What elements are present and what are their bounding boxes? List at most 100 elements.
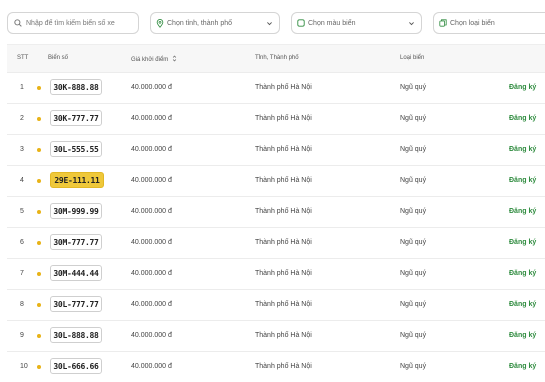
- row-stt: 3: [20, 146, 24, 153]
- table-row: 3 30L-555.55 40.000.000 đ Thành phố Hà Nội N…: [7, 134, 545, 165]
- table-row: 6 30M-777.77 40.000.000 đ Thành phố Hà Nội N…: [7, 227, 545, 258]
- row-type: Ngũ quý: [400, 239, 427, 246]
- table-row: 5 30M-999.99 40.000.000 đ Thành phố Hà Nội N…: [7, 196, 545, 227]
- chevron-down-icon: [409, 22, 414, 26]
- plate-color-select[interactable]: Chọn màu biển: [291, 12, 422, 34]
- header-type: Loại biển: [400, 55, 425, 61]
- plate-badge: 30M-777.77: [50, 234, 102, 250]
- plate-type-select[interactable]: Chọn loại biển: [433, 12, 545, 34]
- row-stt: 6: [20, 239, 24, 246]
- row-type: Ngũ quý: [400, 301, 427, 308]
- table-row: 8 30L-777.77 40.000.000 đ Thành phố Hà Nội N…: [7, 289, 545, 320]
- status-dot: [37, 117, 41, 121]
- table-row: 4 29E-111.11 40.000.000 đ Thành phố Hà Nội N…: [7, 165, 545, 196]
- status-dot: [37, 179, 41, 183]
- row-city: Thành phố Hà Nội: [255, 301, 312, 308]
- copy-icon: [439, 19, 447, 27]
- row-stt: 8: [20, 301, 24, 308]
- register-link[interactable]: Đăng ký: [509, 146, 536, 153]
- register-link[interactable]: Đăng ký: [509, 115, 536, 122]
- register-link[interactable]: Đăng ký: [509, 332, 536, 339]
- row-price: 40.000.000 đ: [131, 84, 172, 91]
- row-type: Ngũ quý: [400, 177, 427, 184]
- status-dot: [37, 303, 41, 307]
- row-price: 40.000.000 đ: [131, 270, 172, 277]
- register-link[interactable]: Đăng ký: [509, 270, 536, 277]
- status-dot: [37, 334, 41, 338]
- table-row: 10 30L-666.66 40.000.000 đ Thành phố Hà Nội…: [7, 351, 545, 382]
- plate-badge: 30K-777.77: [50, 110, 102, 126]
- register-link[interactable]: Đăng ký: [509, 208, 536, 215]
- row-type: Ngũ quý: [400, 270, 427, 277]
- table-row: 7 30M-444.44 40.000.000 đ Thành phố Hà Nội N…: [7, 258, 545, 289]
- row-stt: 2: [20, 115, 24, 122]
- header-city: Tỉnh, Thành phố: [255, 55, 299, 61]
- city-select[interactable]: Chọn tỉnh, thành phố: [150, 12, 280, 34]
- search-icon: [14, 19, 22, 27]
- row-type: Ngũ quý: [400, 363, 427, 370]
- table-body: 1 30K-888.88 40.000.000 đ Thành phố Hà Nội N…: [7, 72, 545, 382]
- row-city: Thành phố Hà Nội: [255, 115, 312, 122]
- status-dot: [37, 365, 41, 369]
- square-icon: [297, 19, 305, 27]
- header-plate: Biển số: [48, 55, 69, 61]
- sort-icon: [172, 55, 177, 62]
- register-link[interactable]: Đăng ký: [509, 84, 536, 91]
- plate-badge: 30L-777.77: [50, 296, 102, 312]
- row-type: Ngũ quý: [400, 332, 427, 339]
- table-row: 1 30K-888.88 40.000.000 đ Thành phố Hà Nội N…: [7, 72, 545, 103]
- row-stt: 4: [20, 177, 24, 184]
- row-city: Thành phố Hà Nội: [255, 177, 312, 184]
- plate-badge: 30K-888.88: [50, 79, 102, 95]
- row-type: Ngũ quý: [400, 115, 427, 122]
- plate-badge: 30L-666.66: [50, 358, 102, 374]
- header-price[interactable]: Giá khởi điểm: [131, 55, 177, 63]
- filter-bar: Nhập để tìm kiếm biển số xe Chọn tỉnh, t…: [0, 0, 545, 44]
- plates-table: STT Biển số Giá khởi điểm Tỉnh, Thành ph…: [7, 44, 545, 382]
- register-link[interactable]: Đăng ký: [509, 239, 536, 246]
- row-price: 40.000.000 đ: [131, 208, 172, 215]
- plate-badge: 29E-111.11: [50, 172, 104, 188]
- status-dot: [37, 148, 41, 152]
- status-dot: [37, 272, 41, 276]
- row-stt: 10: [20, 363, 28, 370]
- row-city: Thành phố Hà Nội: [255, 208, 312, 215]
- row-type: Ngũ quý: [400, 84, 427, 91]
- table-header: STT Biển số Giá khởi điểm Tỉnh, Thành ph…: [7, 45, 545, 72]
- row-city: Thành phố Hà Nội: [255, 332, 312, 339]
- register-link[interactable]: Đăng ký: [509, 177, 536, 184]
- row-city: Thành phố Hà Nội: [255, 270, 312, 277]
- search-input[interactable]: Nhập để tìm kiếm biển số xe: [7, 12, 139, 34]
- row-price: 40.000.000 đ: [131, 332, 172, 339]
- plate-badge: 30L-555.55: [50, 141, 102, 157]
- row-city: Thành phố Hà Nội: [255, 84, 312, 91]
- map-pin-icon: [156, 18, 164, 28]
- row-price: 40.000.000 đ: [131, 363, 172, 370]
- header-price-label: Giá khởi điểm: [131, 57, 169, 63]
- row-stt: 9: [20, 332, 24, 339]
- row-stt: 5: [20, 208, 24, 215]
- row-city: Thành phố Hà Nội: [255, 239, 312, 246]
- status-dot: [37, 86, 41, 90]
- row-stt: 7: [20, 270, 24, 277]
- row-city: Thành phố Hà Nội: [255, 146, 312, 153]
- plate-badge: 30M-444.44: [50, 265, 102, 281]
- row-price: 40.000.000 đ: [131, 301, 172, 308]
- register-link[interactable]: Đăng ký: [509, 363, 536, 370]
- row-price: 40.000.000 đ: [131, 115, 172, 122]
- plate-badge: 30M-999.99: [50, 203, 102, 219]
- color-placeholder: Chọn màu biển: [308, 19, 356, 27]
- status-dot: [37, 210, 41, 214]
- register-link[interactable]: Đăng ký: [509, 301, 536, 308]
- row-type: Ngũ quý: [400, 208, 427, 215]
- row-stt: 1: [20, 84, 24, 91]
- table-row: 9 30L-888.88 40.000.000 đ Thành phố Hà Nội N…: [7, 320, 545, 351]
- row-price: 40.000.000 đ: [131, 146, 172, 153]
- header-stt: STT: [17, 55, 29, 61]
- city-placeholder: Chọn tỉnh, thành phố: [167, 19, 232, 27]
- row-price: 40.000.000 đ: [131, 239, 172, 246]
- status-dot: [37, 241, 41, 245]
- type-placeholder: Chọn loại biển: [450, 19, 495, 27]
- row-city: Thành phố Hà Nội: [255, 363, 312, 370]
- plate-badge: 30L-888.88: [50, 327, 102, 343]
